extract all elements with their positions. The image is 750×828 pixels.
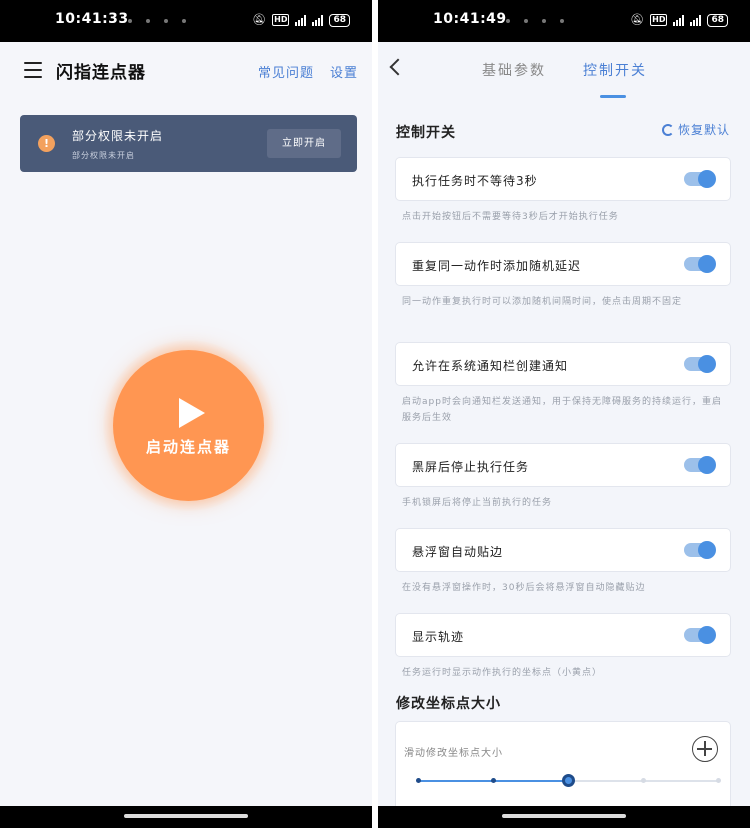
- battery-icon: 68: [329, 13, 350, 27]
- mute-icon: 🔕︎: [630, 13, 645, 26]
- status-bar: 10:41:33 🔕︎ HD 68: [0, 0, 372, 42]
- toggle-knob: [698, 541, 716, 559]
- switch-label: 显示轨迹: [412, 630, 465, 644]
- start-clicker-button[interactable]: 启动连点器: [113, 350, 264, 501]
- switch-label: 执行任务时不等待3秒: [412, 174, 538, 188]
- status-icons: 🔕︎ HD 68: [252, 13, 350, 27]
- point-size-slider[interactable]: [416, 774, 721, 787]
- warning-icon: !: [38, 135, 55, 152]
- battery-icon: 68: [707, 13, 728, 27]
- switch-label: 允许在系统通知栏创建通知: [412, 359, 569, 373]
- toggle-switch[interactable]: [684, 456, 716, 474]
- section-title-size: 修改坐标点大小: [396, 696, 501, 712]
- switch-card: 重复同一动作时添加随机延迟: [395, 242, 731, 286]
- toggle-switch[interactable]: [684, 355, 716, 373]
- app-title: 闪指连点器: [56, 63, 146, 83]
- hd-icon: HD: [272, 14, 290, 26]
- notification-dots: [506, 19, 564, 23]
- switch-card: 显示轨迹: [395, 613, 731, 657]
- toggle-switch[interactable]: [684, 541, 716, 559]
- slider-tick: [641, 778, 646, 783]
- signal-icon: [673, 14, 685, 26]
- toggle-switch[interactable]: [684, 170, 716, 188]
- status-icons: 🔕︎ HD 68: [630, 13, 728, 27]
- tab-control-switches[interactable]: 控制开关: [583, 60, 647, 80]
- signal-icon: [295, 14, 307, 26]
- crosshair-icon: [692, 736, 718, 762]
- status-time: 10:41:49: [433, 11, 507, 27]
- slider-thumb[interactable]: [562, 774, 575, 787]
- slider-tick: [491, 778, 496, 783]
- permission-banner: ! 部分权限未开启 部分权限未开启 立即开启: [20, 115, 357, 172]
- hd-icon: HD: [650, 14, 668, 26]
- toggle-knob: [698, 170, 716, 188]
- status-bar: 10:41:49 🔕︎ HD 68: [378, 0, 750, 42]
- permission-title: 部分权限未开启: [72, 129, 164, 143]
- section-title-control: 控制开关: [396, 125, 456, 141]
- refresh-icon: [661, 123, 674, 136]
- gesture-bar: [378, 806, 750, 828]
- slider-label: 滑动修改坐标点大小: [404, 748, 503, 759]
- switch-description: 在没有悬浮窗操作时，30秒后会将悬浮窗自动隐藏贴边: [402, 583, 646, 593]
- menu-icon[interactable]: [24, 62, 42, 78]
- toggle-knob: [698, 355, 716, 373]
- toggle-switch[interactable]: [684, 626, 716, 644]
- point-size-card: 滑动修改坐标点大小: [395, 721, 731, 811]
- switch-description: 手机锁屏后将停止当前执行的任务: [402, 498, 553, 508]
- status-time: 10:41:33: [55, 11, 129, 27]
- active-tab-indicator: [600, 95, 626, 98]
- slider-tick: [716, 778, 721, 783]
- back-icon[interactable]: [389, 58, 407, 76]
- notification-dots: [128, 19, 186, 23]
- toggle-knob: [698, 255, 716, 273]
- slider-tick: [416, 778, 421, 783]
- enable-now-button[interactable]: 立即开启: [267, 129, 341, 158]
- switch-description: 启动app时会向通知栏发送通知，用于保持无障碍服务的持续运行，重启服务后生效: [402, 397, 722, 423]
- switch-card: 执行任务时不等待3秒: [395, 157, 731, 201]
- right-screen: 10:41:49 🔕︎ HD 68 基础参数 控制开关 控制开关 恢复默认 执行…: [378, 0, 750, 828]
- toggle-switch[interactable]: [684, 255, 716, 273]
- switch-description: 同一动作重复执行时可以添加随机间隔时间，使点击周期不固定: [402, 297, 683, 307]
- gesture-bar: [0, 806, 372, 828]
- switch-description: 任务运行时显示动作执行的坐标点（小黄点）: [402, 668, 603, 678]
- faq-link[interactable]: 常见问题: [258, 62, 314, 81]
- restore-defaults-button[interactable]: 恢复默认: [661, 121, 730, 138]
- signal-icon-2: [690, 14, 702, 26]
- mute-icon: 🔕︎: [252, 13, 267, 26]
- switch-label: 悬浮窗自动贴边: [412, 545, 504, 559]
- left-screen: 10:41:33 🔕︎ HD 68 闪指连点器 常见问题 设置 ! 部分权限未开…: [0, 0, 372, 828]
- home-indicator[interactable]: [124, 814, 248, 818]
- switch-card: 黑屏后停止执行任务: [395, 443, 731, 487]
- toggle-knob: [698, 456, 716, 474]
- switch-card: 允许在系统通知栏创建通知: [395, 342, 731, 386]
- tab-basic-params[interactable]: 基础参数: [482, 60, 546, 80]
- play-icon: [179, 398, 205, 428]
- settings-header: 基础参数 控制开关: [378, 42, 750, 100]
- permission-subtitle: 部分权限未开启: [72, 151, 135, 160]
- switch-description: 点击开始按钮后不需要等待3秒后才开始执行任务: [402, 212, 619, 222]
- app-header: 闪指连点器 常见问题 设置: [0, 42, 372, 98]
- restore-defaults-label: 恢复默认: [677, 123, 730, 137]
- switch-card: 悬浮窗自动贴边: [395, 528, 731, 572]
- settings-link[interactable]: 设置: [330, 62, 358, 81]
- start-clicker-label: 启动连点器: [145, 438, 231, 456]
- switch-label: 重复同一动作时添加随机延迟: [412, 259, 582, 273]
- home-indicator[interactable]: [502, 814, 626, 818]
- signal-icon-2: [312, 14, 324, 26]
- switch-label: 黑屏后停止执行任务: [412, 460, 530, 474]
- toggle-knob: [698, 626, 716, 644]
